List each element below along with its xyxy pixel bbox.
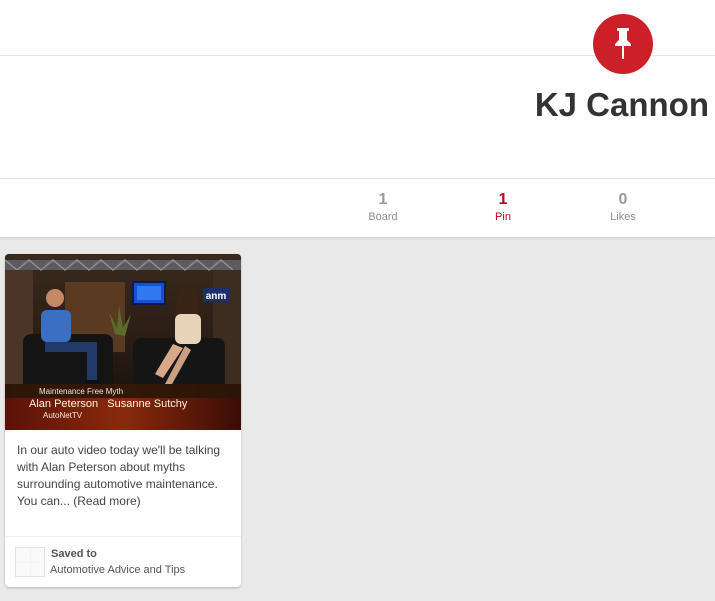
board-thumbnail[interactable]: [15, 547, 45, 577]
stat-pins-count: 1: [498, 191, 508, 208]
logo-text: anm: [206, 291, 227, 302]
caption-line-3: AutoNetTV: [43, 411, 83, 420]
caption-line-2: Alan Peterson Susanne Sutchy: [29, 398, 188, 410]
saved-to-label: Saved to: [51, 548, 97, 560]
stat-boards[interactable]: 1 Board: [343, 191, 423, 223]
stat-pins[interactable]: 1 Pin: [463, 191, 543, 223]
stat-boards-label: Board: [368, 211, 398, 223]
stat-pins-label: Pin: [495, 211, 511, 223]
video-still: anm Maintenance Free Myth Alan Peterson …: [5, 254, 241, 430]
pin-image[interactable]: anm Maintenance Free Myth Alan Peterson …: [5, 254, 241, 430]
pin-description[interactable]: In our auto video today we'll be talking…: [17, 442, 229, 510]
profile-header: KJ Cannon: [0, 56, 715, 178]
stat-boards-count: 1: [378, 191, 388, 208]
profile-name: KJ Cannon: [534, 86, 709, 123]
pin-card[interactable]: anm Maintenance Free Myth Alan Peterson …: [5, 254, 241, 587]
board-name[interactable]: Automotive Advice and Tips: [50, 564, 185, 576]
profile-stats-bar: 1 Board 1 Pin 0 Likes: [0, 178, 715, 238]
stat-likes-label: Likes: [610, 211, 636, 223]
pushpin-icon: [615, 28, 631, 59]
profile-badge: [593, 14, 653, 74]
pin-board-link[interactable]: Saved to Automotive Advice and Tips: [5, 536, 241, 587]
stat-likes-count: 0: [618, 191, 628, 208]
caption-line-1: Maintenance Free Myth: [39, 387, 123, 396]
stat-likes[interactable]: 0 Likes: [583, 191, 663, 223]
